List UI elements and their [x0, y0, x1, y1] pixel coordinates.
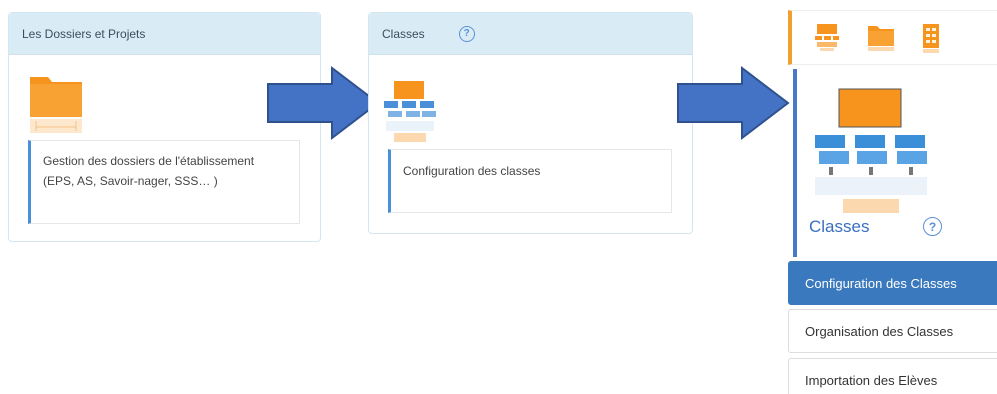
help-icon[interactable]: ?: [458, 25, 475, 42]
building-icon[interactable]: [920, 23, 942, 58]
classes-card: Classes ? Configuration des classes: [368, 12, 693, 234]
classes-title: Classes: [382, 26, 425, 41]
classes-header: Classes ?: [369, 13, 692, 55]
help-icon[interactable]: ?: [923, 217, 942, 236]
menu-item-importation-eleves[interactable]: Importation des Elèves: [788, 358, 997, 394]
classroom-icon[interactable]: [814, 23, 840, 56]
dossiers-projets-header: Les Dossiers et Projets: [9, 13, 320, 55]
classes-module-title: Classes: [809, 217, 870, 236]
arrow-right-icon: [677, 66, 790, 140]
configuration-classes-link[interactable]: Configuration des classes: [388, 149, 672, 213]
folder-icon[interactable]: [28, 71, 84, 140]
gestion-dossiers-link[interactable]: Gestion des dossiers de l'établissement …: [28, 140, 300, 224]
folder-icon[interactable]: [867, 23, 895, 56]
classroom-icon: [811, 87, 931, 222]
configuration-classes-label: Configuration des classes: [403, 164, 541, 178]
menu-item-organisation-classes[interactable]: Organisation des Classes: [788, 309, 997, 353]
menu-item-configuration-classes[interactable]: Configuration des Classes: [788, 261, 997, 305]
gestion-dossiers-label: Gestion des dossiers de l'établissement …: [43, 154, 255, 188]
module-icon-bar: [788, 10, 997, 65]
dossiers-projets-title: Les Dossiers et Projets: [22, 26, 146, 41]
classes-module-card[interactable]: Classes ?: [793, 69, 997, 257]
arrow-right-icon: [267, 66, 380, 140]
classroom-icon[interactable]: [382, 79, 438, 150]
